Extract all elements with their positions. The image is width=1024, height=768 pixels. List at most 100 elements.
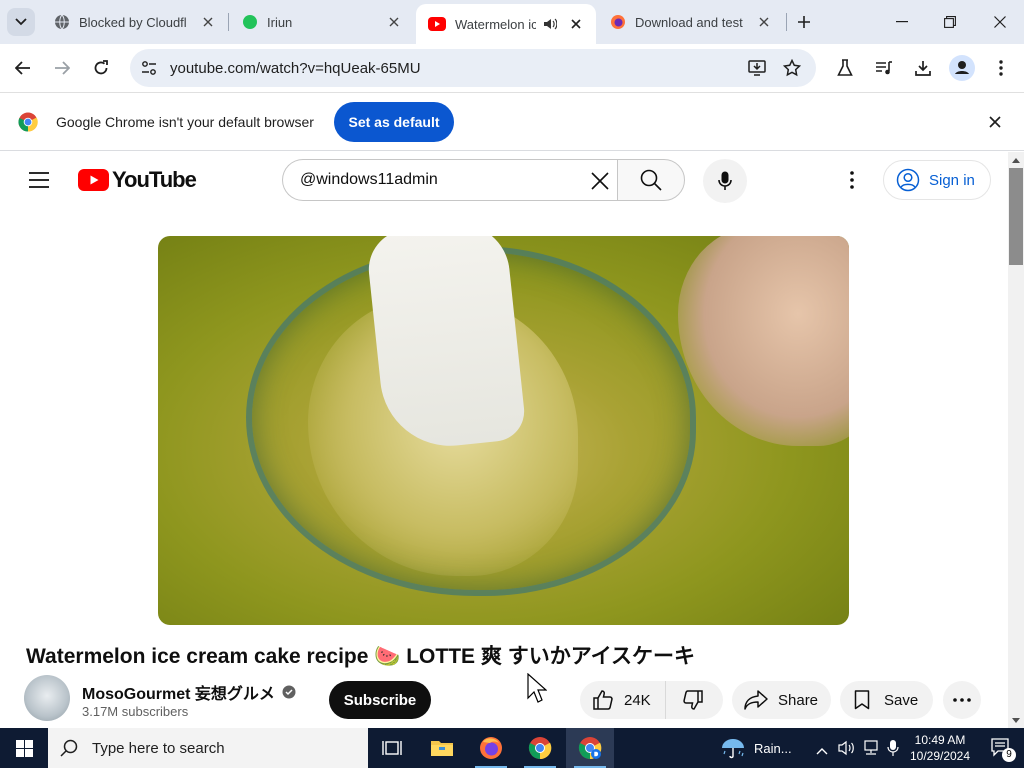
speaker-icon[interactable]	[542, 16, 558, 32]
scroll-down-arrow-icon[interactable]	[1009, 713, 1023, 727]
install-app-icon[interactable]	[745, 56, 769, 80]
search-query: @windows11admin	[300, 171, 438, 188]
volume-icon[interactable]	[838, 740, 856, 761]
more-vert-icon	[999, 60, 1003, 76]
minimize-button[interactable]	[878, 0, 926, 44]
reload-button[interactable]	[85, 52, 117, 84]
media-controls-button[interactable]	[868, 52, 900, 84]
clock-time: 10:49 AM	[914, 733, 966, 747]
network-icon[interactable]	[862, 740, 880, 761]
like-button[interactable]: 24K	[580, 681, 666, 719]
close-icon[interactable]	[988, 115, 1002, 134]
tab-download[interactable]: Download and test	[598, 4, 784, 40]
scrollbar-thumb[interactable]	[1009, 168, 1023, 265]
tab-title: Iriun	[267, 14, 293, 30]
youtube-logo-text: YouTube	[112, 167, 197, 192]
search-input[interactable]: @windows11admin	[282, 159, 618, 201]
more-actions-button[interactable]	[943, 681, 981, 719]
thumbs-up-icon	[593, 690, 613, 710]
chevron-up-icon[interactable]	[816, 742, 828, 760]
like-count: 24K	[624, 691, 651, 709]
labs-button[interactable]	[829, 52, 861, 84]
taskbar-search-box[interactable]: Type here to search	[48, 728, 368, 768]
tab-iriun[interactable]: Iriun	[230, 4, 414, 40]
verified-badge-icon	[282, 685, 296, 699]
like-dislike-group: 24K	[580, 681, 723, 719]
forward-button[interactable]	[46, 52, 78, 84]
search-button[interactable]	[617, 159, 685, 201]
youtube-logo[interactable]: YouTube	[78, 167, 197, 193]
settings-more-icon[interactable]	[850, 171, 854, 194]
tab-separator	[786, 13, 787, 31]
start-button[interactable]	[0, 728, 48, 768]
notification-center-button[interactable]: 9	[980, 728, 1024, 768]
hamburger-menu-icon[interactable]	[28, 171, 50, 194]
firefox-taskbar-button[interactable]	[467, 728, 515, 768]
windows-logo-icon	[15, 739, 33, 757]
channel-name: MosoGourmet 妄想グルメ	[82, 686, 275, 703]
taskbar-clock[interactable]: 10:49 AM 10/29/2024	[904, 732, 976, 764]
close-icon[interactable]	[756, 14, 772, 30]
tab-strip: Blocked by Cloudfl Iriun Watermelon ic D…	[0, 0, 1024, 44]
file-explorer-button[interactable]	[418, 728, 466, 768]
address-bar[interactable]: youtube.com/watch?v=hqUeak-65MU	[130, 49, 816, 87]
downloads-button[interactable]	[907, 52, 939, 84]
profile-button[interactable]	[946, 52, 978, 84]
new-tab-button[interactable]	[790, 8, 818, 36]
browser-toolbar: youtube.com/watch?v=hqUeak-65MU	[0, 44, 1024, 93]
set-as-default-button[interactable]: Set as default	[334, 102, 454, 142]
weather-widget[interactable]: Rain...	[720, 728, 792, 768]
back-arrow-icon	[15, 61, 30, 75]
close-icon[interactable]	[386, 14, 402, 30]
task-view-button[interactable]	[368, 728, 416, 768]
subscribe-button[interactable]: Subscribe	[329, 681, 431, 719]
tab-watermelon[interactable]: Watermelon ic	[416, 4, 596, 44]
dislike-button[interactable]	[666, 681, 722, 719]
sign-in-button[interactable]: Sign in	[883, 160, 991, 200]
back-button[interactable]	[7, 52, 39, 84]
menu-button[interactable]	[985, 52, 1017, 84]
close-icon	[994, 16, 1006, 28]
chrome-profile-icon	[578, 737, 602, 760]
microphone-icon[interactable]	[887, 739, 899, 762]
mouse-cursor-icon	[527, 673, 547, 703]
tab-title: Watermelon ic	[455, 16, 536, 32]
chrome-logo-icon	[18, 112, 38, 132]
restore-button[interactable]	[926, 0, 974, 44]
share-button[interactable]: Share	[732, 681, 831, 719]
clear-search-icon[interactable]	[587, 168, 613, 194]
search-icon	[60, 739, 78, 757]
share-label: Share	[778, 691, 819, 709]
channel-avatar[interactable]	[24, 675, 70, 721]
chrome-dev-taskbar-button[interactable]	[566, 728, 614, 768]
voice-search-button[interactable]	[703, 159, 747, 203]
default-browser-infobar: Google Chrome isn't your default browser…	[0, 94, 1024, 151]
tab-cloudflare[interactable]: Blocked by Cloudfl	[42, 4, 228, 40]
globe-icon	[55, 14, 69, 30]
weather-text: Rain...	[754, 740, 792, 756]
playlist-music-icon	[876, 61, 892, 75]
thumbs-down-icon	[682, 690, 703, 710]
bookmark-star-icon[interactable]	[780, 56, 804, 80]
channel-name-link[interactable]: MosoGourmet 妄想グルメ	[82, 680, 296, 704]
clock-date: 10/29/2024	[909, 749, 971, 763]
iriun-icon	[243, 15, 257, 29]
close-icon[interactable]	[200, 14, 216, 30]
bookmark-icon	[854, 690, 870, 710]
youtube-play-icon	[78, 169, 109, 191]
tab-search-button[interactable]	[7, 8, 35, 36]
close-icon[interactable]	[568, 16, 584, 32]
video-title: Watermelon ice cream cake recipe 🍉 LOTTE…	[26, 645, 696, 668]
youtube-page: YouTube @windows11admin Sign in Watermel…	[0, 152, 1008, 728]
tab-title: Blocked by Cloudfl	[79, 14, 187, 30]
plus-icon	[798, 16, 810, 28]
forward-arrow-icon	[55, 61, 70, 75]
scroll-up-arrow-icon[interactable]	[1009, 153, 1023, 167]
save-button[interactable]: Save	[840, 681, 933, 719]
video-player[interactable]	[158, 236, 849, 625]
microphone-icon	[718, 171, 732, 190]
site-settings-icon[interactable]	[137, 56, 161, 80]
chrome-taskbar-button[interactable]	[516, 728, 564, 768]
share-icon	[744, 690, 768, 710]
close-window-button[interactable]	[976, 0, 1024, 44]
